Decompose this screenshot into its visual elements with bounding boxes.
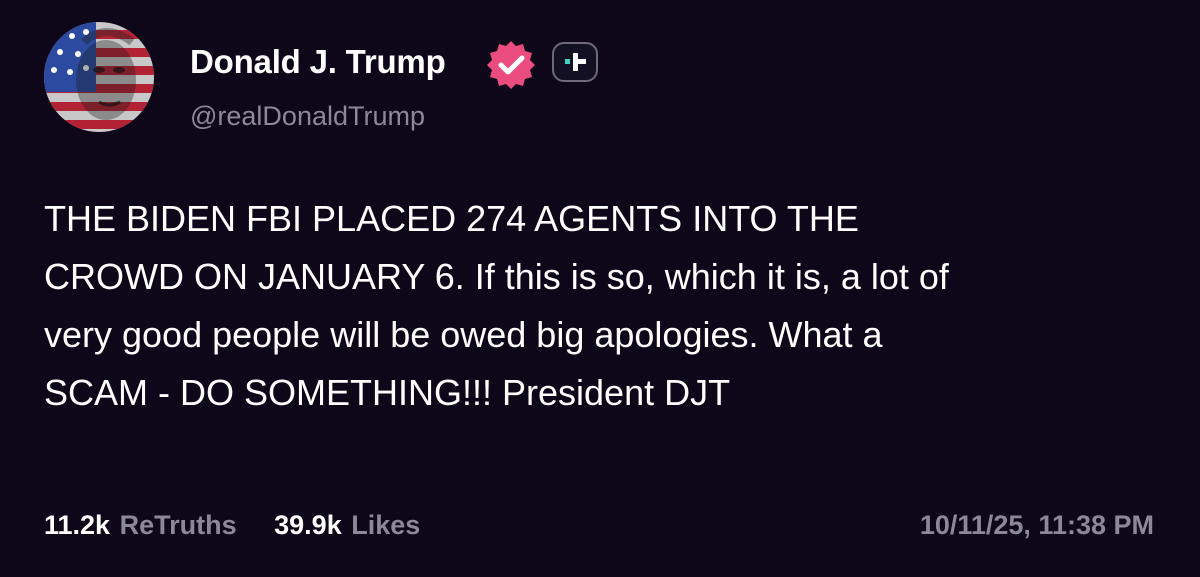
retruths-stat[interactable]: 11.2k ReTruths (44, 510, 237, 541)
likes-count: 39.9k (274, 510, 342, 540)
likes-stat[interactable]: 39.9k Likes (274, 510, 420, 541)
post-stats: 11.2k ReTruths 39.9k Likes (44, 510, 450, 541)
post-timestamp[interactable]: 10/11/25, 11:38 PM (920, 510, 1154, 541)
flag-portrait-avatar-icon (44, 22, 154, 132)
retruths-label: ReTruths (119, 510, 237, 540)
author-avatar[interactable] (44, 22, 154, 132)
truth-post: Donald J. Trump @realDonaldTrump THE BID… (0, 0, 1200, 577)
verified-badge-icon (486, 39, 536, 89)
author-handle[interactable]: @realDonaldTrump (190, 101, 425, 132)
truth-plus-icon[interactable] (552, 42, 598, 82)
post-body-text: THE BIDEN FBI PLACED 274 AGENTS INTO THE… (44, 198, 949, 413)
likes-label: Likes (351, 510, 421, 540)
author-display-name[interactable]: Donald J. Trump (190, 43, 446, 81)
retruths-count: 11.2k (44, 510, 111, 540)
